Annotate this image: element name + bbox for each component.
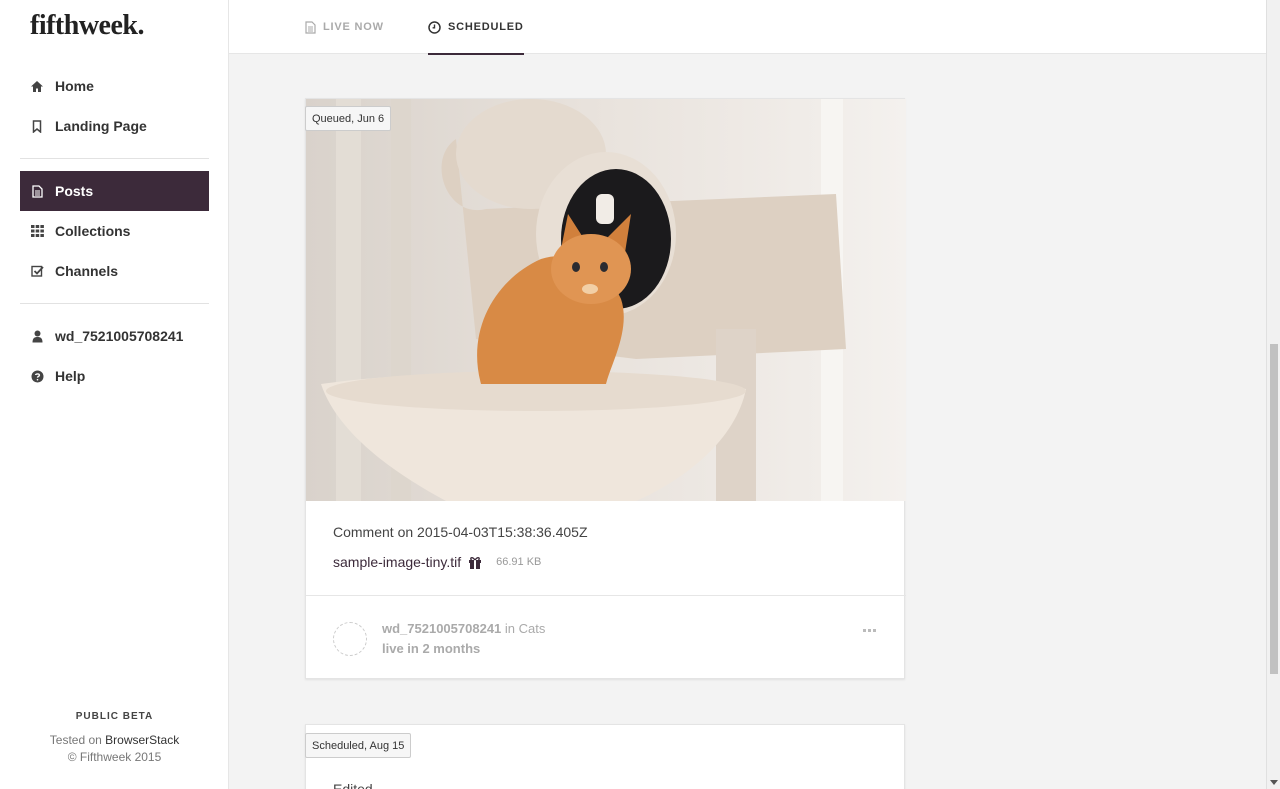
public-beta-label: PUBLIC BETA bbox=[75, 711, 154, 722]
card-divider bbox=[306, 595, 906, 596]
sidebar-item-collections[interactable]: Collections bbox=[20, 211, 209, 251]
sidebar-divider bbox=[20, 158, 209, 159]
post-comment: Comment on 2015-04-03T15:38:36.405Z bbox=[333, 524, 588, 540]
sidebar-item-label: Posts bbox=[55, 183, 94, 199]
file-attachment: sample-image-tiny.tif 66.91 KB bbox=[333, 554, 541, 570]
sidebar-item-channels[interactable]: Channels bbox=[20, 251, 209, 291]
sidebar-footer: PUBLIC BETA Tested on BrowserStack © Fif… bbox=[0, 711, 229, 764]
sidebar-item-label: Collections bbox=[55, 223, 131, 239]
post-text: Edited bbox=[333, 781, 373, 789]
live-status: live in 2 months bbox=[382, 641, 481, 656]
question-circle-icon bbox=[30, 369, 44, 383]
copyright: © Fifthweek 2015 bbox=[67, 750, 162, 764]
sidebar-item-home[interactable]: Home bbox=[20, 66, 209, 106]
sidebar-item-landing-page[interactable]: Landing Page bbox=[20, 106, 209, 146]
tab-label: SCHEDULED bbox=[448, 21, 524, 33]
in-label: in bbox=[501, 621, 519, 636]
tab-live-now[interactable]: LIVE NOW bbox=[305, 0, 384, 54]
post-image[interactable] bbox=[306, 99, 906, 501]
grid-icon bbox=[30, 224, 44, 238]
sidebar-item-posts[interactable]: Posts bbox=[20, 171, 209, 211]
bookmark-icon bbox=[30, 119, 44, 133]
user-icon bbox=[30, 329, 44, 343]
sidebar: fifthweek. Home Landing Page Posts Colle… bbox=[0, 0, 229, 789]
document-icon bbox=[305, 20, 316, 34]
sidebar-item-label: Landing Page bbox=[55, 118, 147, 134]
sidebar-item-help[interactable]: Help bbox=[20, 356, 209, 396]
scroll-down-arrow-icon[interactable] bbox=[1270, 780, 1278, 785]
tested-on-text: Tested on BrowserStack bbox=[0, 733, 229, 747]
sidebar-item-label: Channels bbox=[55, 263, 119, 279]
sidebar-nav: Home Landing Page Posts Collections Chan… bbox=[20, 66, 209, 396]
post-meta: wd_7521005708241 in Cats live in 2 month… bbox=[382, 619, 545, 659]
sidebar-item-label: wd_7521005708241 bbox=[55, 328, 184, 344]
file-size: 66.91 KB bbox=[496, 556, 542, 568]
status-badge: Scheduled, Aug 15 bbox=[305, 733, 412, 758]
tab-scheduled[interactable]: SCHEDULED bbox=[428, 0, 524, 55]
post-card: Scheduled, Aug 15 Edited bbox=[305, 724, 905, 789]
browserstack-link[interactable]: BrowserStack bbox=[105, 733, 179, 747]
file-name-link[interactable]: sample-image-tiny.tif bbox=[333, 554, 461, 570]
avatar bbox=[333, 622, 367, 656]
document-icon bbox=[30, 184, 44, 198]
sidebar-divider bbox=[20, 303, 209, 304]
checkbox-icon bbox=[30, 264, 44, 278]
logo[interactable]: fifthweek. bbox=[30, 10, 144, 42]
status-badge: Queued, Jun 6 bbox=[305, 106, 392, 131]
tab-label: LIVE NOW bbox=[323, 21, 384, 33]
sidebar-item-account[interactable]: wd_7521005708241 bbox=[20, 316, 209, 356]
sidebar-item-label: Help bbox=[55, 368, 86, 384]
scrollbar-thumb[interactable] bbox=[1270, 344, 1278, 674]
clock-icon bbox=[428, 20, 441, 34]
channel-name[interactable]: Cats bbox=[519, 621, 546, 636]
top-tab-bar: LIVE NOW SCHEDULED bbox=[229, 0, 1266, 55]
tested-prefix: Tested on bbox=[49, 733, 106, 747]
post-card: Queued, Jun 6 Comment on 2015-04-03T15:3… bbox=[305, 98, 906, 679]
author-name[interactable]: wd_7521005708241 bbox=[382, 621, 501, 636]
gift-icon[interactable] bbox=[468, 556, 482, 569]
scrollbar[interactable] bbox=[1266, 0, 1280, 789]
home-icon bbox=[30, 79, 44, 93]
sidebar-item-label: Home bbox=[55, 78, 94, 94]
more-options-icon[interactable] bbox=[863, 629, 876, 632]
